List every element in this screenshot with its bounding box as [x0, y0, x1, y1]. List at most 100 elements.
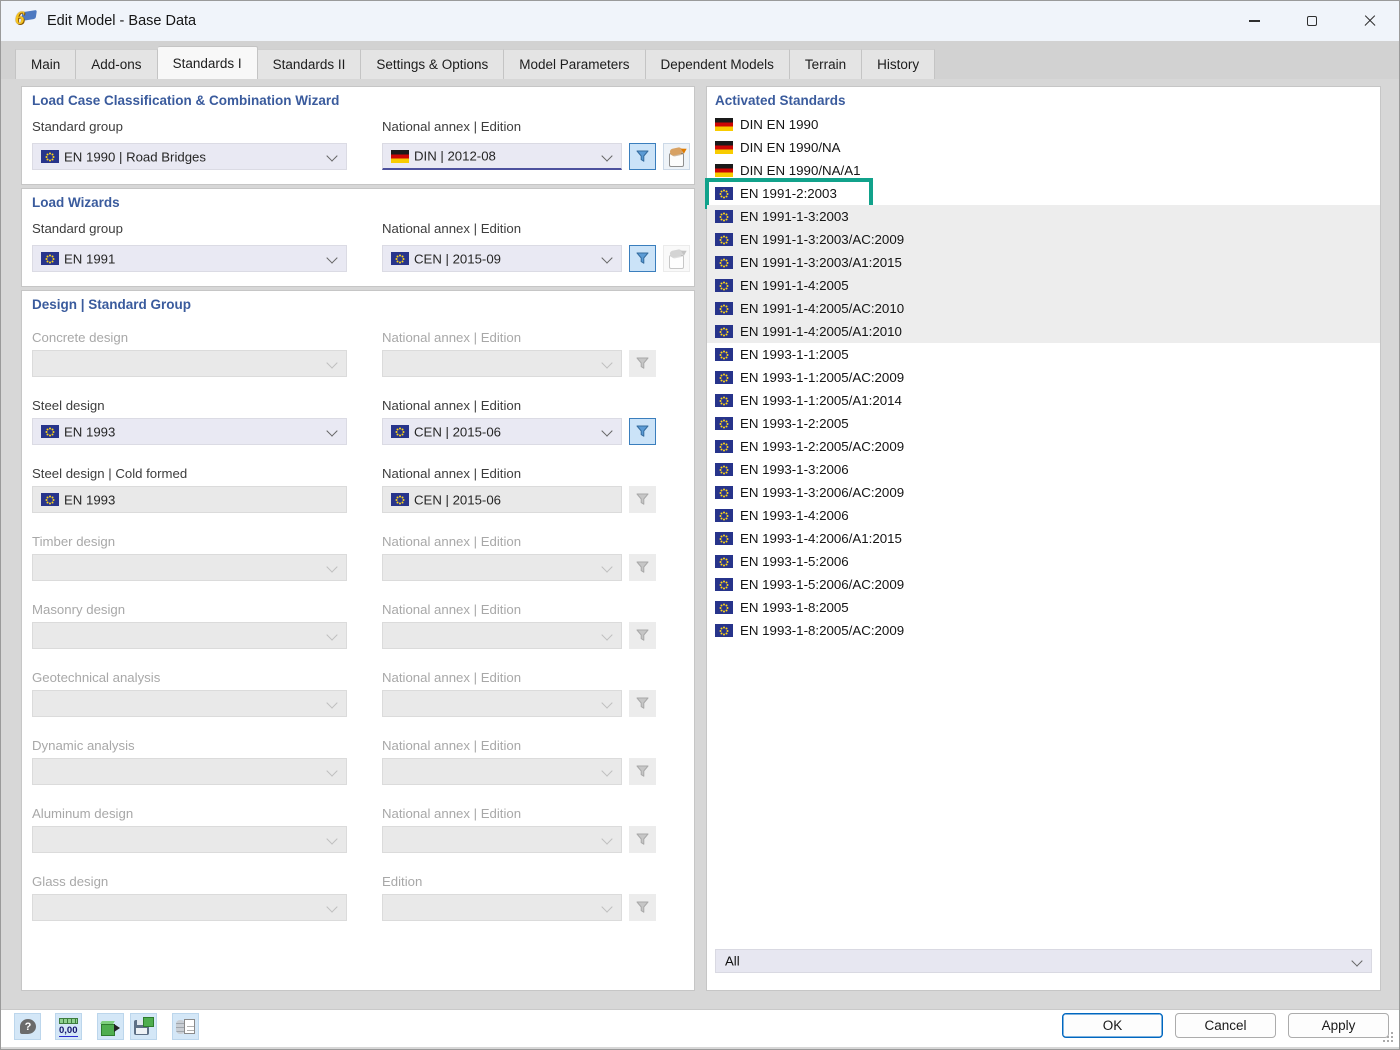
box-icon — [101, 1024, 115, 1036]
design-standard-combobox — [32, 894, 347, 921]
standard-label: EN 1993-1-8:2005/AC:2009 — [740, 623, 905, 638]
standard-list-item[interactable]: DIN EN 1990 — [707, 113, 1380, 136]
standard-group-combobox[interactable]: EN 1991 — [32, 245, 347, 272]
standard-label: EN 1991-1-3:2003/AC:2009 — [740, 232, 905, 247]
standard-label: EN 1993-1-3:2006 — [740, 462, 849, 477]
flag-icon — [715, 394, 733, 407]
flag-icon — [715, 256, 733, 269]
tab[interactable]: Model Parameters — [504, 49, 646, 79]
create-annex-button[interactable] — [663, 143, 690, 170]
standard-list-item[interactable]: EN 1993-1-1:2005 — [707, 343, 1380, 366]
load-wizards-group: Load Wizards Standard group National ann… — [21, 188, 695, 287]
filter-annex-button[interactable] — [629, 418, 656, 445]
standard-list-item[interactable]: EN 1993-1-1:2005/A1:2014 — [707, 389, 1380, 412]
standard-list-item[interactable]: DIN EN 1990/NA — [707, 136, 1380, 159]
tab-label: Main — [31, 57, 61, 72]
standard-list-item[interactable]: EN 1991-1-3:2003/AC:2009 — [707, 228, 1380, 251]
save-as-default-button[interactable] — [130, 1013, 157, 1040]
activated-standards-panel: Activated Standards DIN EN 1990 DIN EN 1… — [705, 86, 1381, 991]
maximize-button[interactable] — [1283, 1, 1341, 41]
standard-group-label: Standard group — [32, 221, 123, 236]
standard-list-item[interactable]: EN 1993-1-4:2006/A1:2015 — [707, 527, 1380, 550]
eu-flag-icon — [41, 252, 59, 265]
national-annex-label: National annex | Edition — [382, 602, 522, 617]
filter-annex-button[interactable] — [629, 245, 656, 272]
standard-list-item[interactable]: EN 1991-2:2003 — [705, 178, 1380, 209]
national-annex-label: National annex | Edition — [382, 534, 522, 549]
design-label: Dynamic analysis — [32, 738, 135, 753]
standard-label: EN 1991-1-4:2005/AC:2010 — [740, 301, 905, 316]
filter-icon — [636, 833, 649, 845]
standard-list-item[interactable]: EN 1991-1-4:2005/A1:2010 — [707, 320, 1380, 343]
tab-label: Dependent Models — [660, 57, 774, 72]
standard-label: EN 1993-1-2:2005/AC:2009 — [740, 439, 905, 454]
design-row: Dynamic analysis National annex | Editio… — [22, 736, 694, 804]
tab[interactable]: History — [862, 49, 936, 79]
design-annex-combobox — [382, 554, 622, 581]
standard-list-item[interactable]: EN 1993-1-5:2006/AC:2009 — [707, 573, 1380, 596]
flag-icon — [715, 440, 733, 453]
chevron-down-icon — [601, 150, 613, 162]
import-settings-button[interactable] — [97, 1013, 124, 1040]
standard-label: EN 1993-1-1:2005 — [740, 347, 849, 362]
standard-list-item[interactable]: EN 1993-1-8:2005 — [707, 596, 1380, 619]
resize-grip[interactable] — [1383, 1032, 1385, 1034]
standard-list-item[interactable]: EN 1993-1-2:2005 — [707, 412, 1380, 435]
units-settings-button[interactable]: 0,00 — [55, 1013, 82, 1040]
national-annex-combobox[interactable]: DIN | 2012-08 — [382, 143, 622, 170]
tab[interactable]: Settings & Options — [361, 49, 505, 79]
standard-list-item[interactable]: EN 1993-1-3:2006 — [707, 458, 1380, 481]
standard-list-item[interactable]: EN 1991-1-4:2005/AC:2010 — [707, 297, 1380, 320]
design-annex-combobox[interactable]: CEN | 2015-06 — [382, 418, 622, 445]
chevron-down-icon — [601, 765, 613, 777]
standard-list-item[interactable]: EN 1991-1-3:2003 — [707, 205, 1380, 228]
standard-group-combobox[interactable]: EN 1990 | Road Bridges — [32, 143, 347, 170]
filter-annex-button[interactable] — [629, 143, 656, 170]
design-row: Steel design | Cold formed National anne… — [22, 464, 694, 532]
design-row: Geotechnical analysis National annex | E… — [22, 668, 694, 736]
standard-list-item[interactable]: EN 1993-1-5:2006 — [707, 550, 1380, 573]
activated-standards-list: DIN EN 1990 DIN EN 1990/NA DIN EN 1990/N… — [705, 113, 1380, 642]
tab-bar: Main Add-ons Standards I Standards II Se… — [1, 41, 1399, 79]
standard-list-item[interactable]: EN 1993-1-4:2006 — [707, 504, 1380, 527]
apply-button[interactable]: Apply — [1288, 1013, 1389, 1038]
app-icon-glyph: 6 — [15, 8, 25, 29]
flag-icon — [715, 279, 733, 292]
standard-list-item[interactable]: EN 1993-1-8:2005/AC:2009 — [707, 619, 1380, 642]
ok-button[interactable]: OK — [1062, 1013, 1163, 1038]
transfer-from-model-button[interactable] — [172, 1013, 199, 1040]
flag-icon — [715, 624, 733, 637]
standard-label: DIN EN 1990/NA — [740, 140, 841, 155]
national-annex-combobox[interactable]: CEN | 2015-09 — [382, 245, 622, 272]
minimize-button[interactable] — [1225, 1, 1283, 41]
tab[interactable]: Add-ons — [76, 49, 158, 79]
tab[interactable]: Dependent Models — [645, 49, 790, 79]
design-standard-combobox[interactable]: EN 1993 — [32, 418, 347, 445]
tab-label: Model Parameters — [519, 57, 630, 72]
standard-list-item[interactable]: EN 1991-1-4:2005 — [707, 274, 1380, 297]
group-title: Design | Standard Group — [32, 297, 192, 312]
chevron-down-icon — [326, 561, 338, 573]
tab[interactable]: Terrain — [789, 49, 863, 79]
filter-icon — [636, 150, 649, 162]
help-button[interactable]: ? — [14, 1013, 41, 1040]
design-label: Concrete design — [32, 330, 129, 345]
tab[interactable]: Standards I — [157, 46, 258, 79]
national-annex-label: National annex | Edition — [382, 806, 522, 821]
flag-icon — [715, 601, 733, 614]
cancel-button[interactable]: Cancel — [1175, 1013, 1276, 1038]
standard-list-item[interactable]: EN 1993-1-1:2005/AC:2009 — [707, 366, 1380, 389]
standard-list-item[interactable]: EN 1993-1-3:2006/AC:2009 — [707, 481, 1380, 504]
close-button[interactable] — [1341, 1, 1399, 41]
flag-icon — [41, 425, 59, 438]
tab[interactable]: Standards II — [257, 49, 362, 79]
filter-annex-button — [629, 486, 656, 513]
design-standard-combobox: EN 1993 — [32, 486, 347, 513]
standards-filter-combobox[interactable]: All — [715, 949, 1372, 973]
standard-list-item[interactable]: EN 1991-1-3:2003/A1:2015 — [707, 251, 1380, 274]
tab[interactable]: Main — [15, 49, 77, 79]
standard-list-item[interactable]: DIN EN 1990/NA/A1 — [707, 159, 1380, 182]
design-label: Steel design — [32, 398, 105, 413]
standard-list-item[interactable]: EN 1993-1-2:2005/AC:2009 — [707, 435, 1380, 458]
design-label: Geotechnical analysis — [32, 670, 161, 685]
